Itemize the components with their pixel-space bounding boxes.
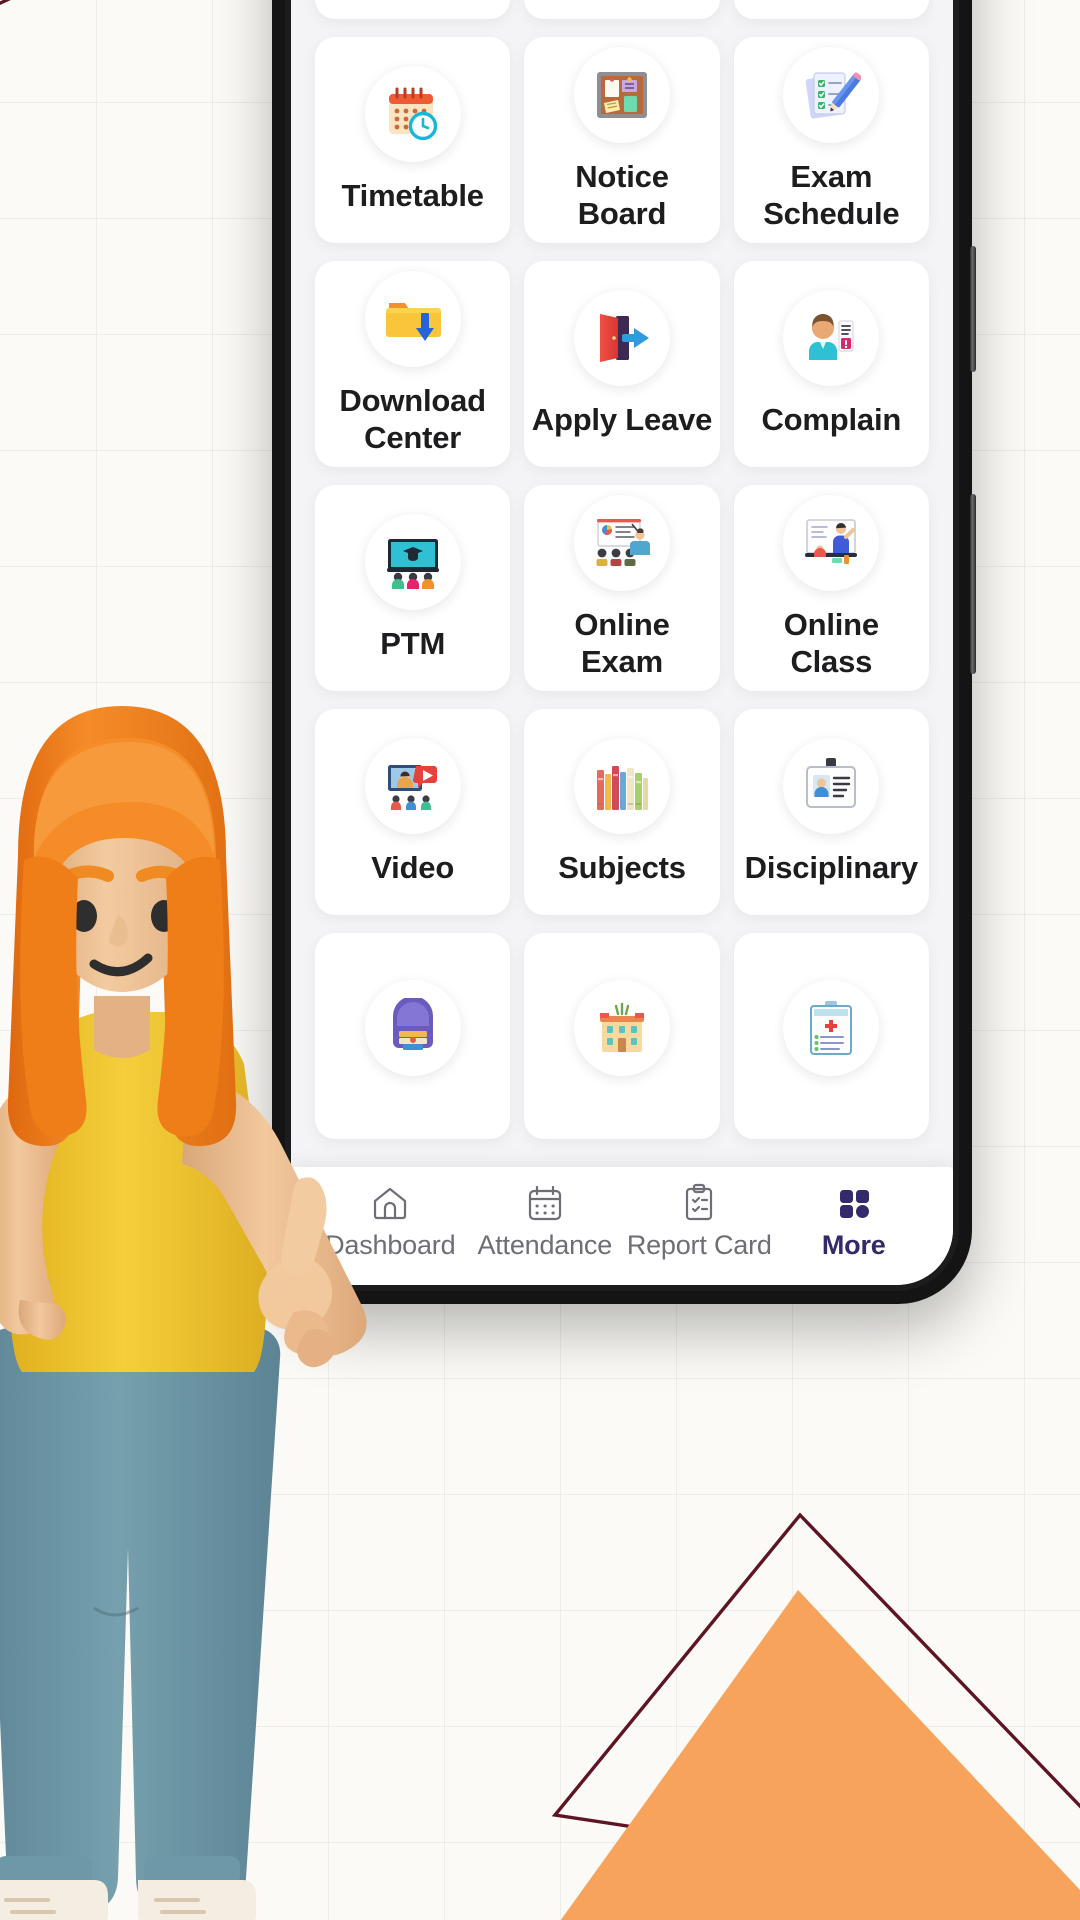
tile-homework[interactable]: Homework	[315, 0, 511, 19]
notice-board-icon	[573, 47, 670, 144]
tile-download-center[interactable]: Download Center	[315, 261, 511, 467]
phone-bezel: Homework	[285, 0, 959, 1291]
phone-screen: Homework	[291, 0, 953, 1285]
timetable-icon	[364, 65, 461, 162]
tile-apply-leave[interactable]: Apply Leave	[524, 261, 720, 467]
nav-item-more[interactable]: More	[777, 1183, 932, 1261]
decoration-bottom-right	[551, 1512, 1080, 1920]
library-icon	[364, 980, 461, 1076]
exam-schedule-icon	[783, 47, 880, 144]
tile-label: Disciplinary	[744, 849, 919, 885]
tile-label: Online Exam	[574, 607, 670, 679]
nav-label: Dashboard	[325, 1230, 456, 1260]
video-icon	[364, 737, 461, 834]
phone-mockup: Homework	[272, 0, 976, 1304]
disciplinary-icon	[783, 737, 880, 834]
tile-library[interactable]	[315, 933, 511, 1139]
school-icon	[573, 980, 670, 1076]
tile-fees[interactable]: $ Fees	[733, 0, 929, 19]
tile-health-record[interactable]	[733, 933, 929, 1139]
tile-timetable[interactable]: Timetable	[315, 37, 511, 243]
orange-triangle-bottom-right	[560, 1590, 1080, 1920]
grid-dots-icon	[834, 1183, 874, 1223]
tile-label: Exam Schedule	[763, 159, 900, 231]
tile-label: Online Class	[783, 607, 879, 679]
ptm-icon	[364, 513, 461, 610]
tile-online-exam[interactable]: Online Exam	[524, 485, 720, 691]
tile-exam-schedule[interactable]: Exam Schedule	[733, 37, 929, 243]
tile-label: Download Center	[339, 383, 486, 455]
tile-complain[interactable]: Complain	[733, 261, 929, 467]
subjects-icon	[573, 737, 670, 834]
calendar-icon	[525, 1183, 565, 1223]
online-class-icon	[783, 495, 880, 592]
tile-label: PTM	[380, 625, 446, 661]
nav-label: Attendance	[477, 1230, 613, 1260]
tile-subjects[interactable]: Subjects	[524, 709, 720, 915]
tile-label: Notice Board	[575, 159, 669, 231]
home-icon	[370, 1183, 410, 1223]
tile-ptm[interactable]: PTM	[315, 485, 511, 691]
tile-label: Video	[371, 849, 455, 885]
nav-item-report-card[interactable]: Report Card	[622, 1183, 777, 1261]
download-center-icon	[364, 271, 461, 368]
orange-triangle-top-left	[0, 0, 160, 60]
phone-power-button[interactable]	[970, 494, 976, 674]
tile-label: Timetable	[341, 177, 484, 213]
tile-disciplinary[interactable]: Disciplinary	[733, 709, 929, 915]
apply-leave-icon	[573, 289, 670, 386]
complain-icon	[783, 289, 880, 386]
clipboard-icon	[679, 1183, 719, 1223]
tile-video[interactable]: Video	[315, 709, 511, 915]
tile-notice-board[interactable]: Notice Board	[524, 37, 720, 243]
bottom-navigation-bar: Dashboard Attendance Report Card More	[291, 1167, 953, 1285]
nav-label: More	[821, 1230, 886, 1260]
tile-label: Subjects	[558, 849, 686, 885]
nav-item-dashboard[interactable]: Dashboard	[313, 1183, 468, 1261]
tile-school[interactable]	[524, 933, 720, 1139]
online-exam-icon	[573, 495, 670, 592]
tile-classwork[interactable]: Classwork	[524, 0, 720, 19]
nav-item-attendance[interactable]: Attendance	[468, 1183, 623, 1261]
app-shortcut-grid: Homework	[291, 0, 953, 1167]
tile-label: Complain	[761, 401, 902, 437]
health-record-icon	[783, 980, 880, 1076]
decoration-top-left	[0, 0, 160, 60]
nav-label: Report Card	[626, 1230, 772, 1260]
phone-volume-button[interactable]	[970, 246, 976, 372]
tile-online-class[interactable]: Online Class	[733, 485, 929, 691]
maroon-outline-triangle-top-left	[0, 0, 11, 5]
tile-label: Apply Leave	[531, 401, 713, 437]
